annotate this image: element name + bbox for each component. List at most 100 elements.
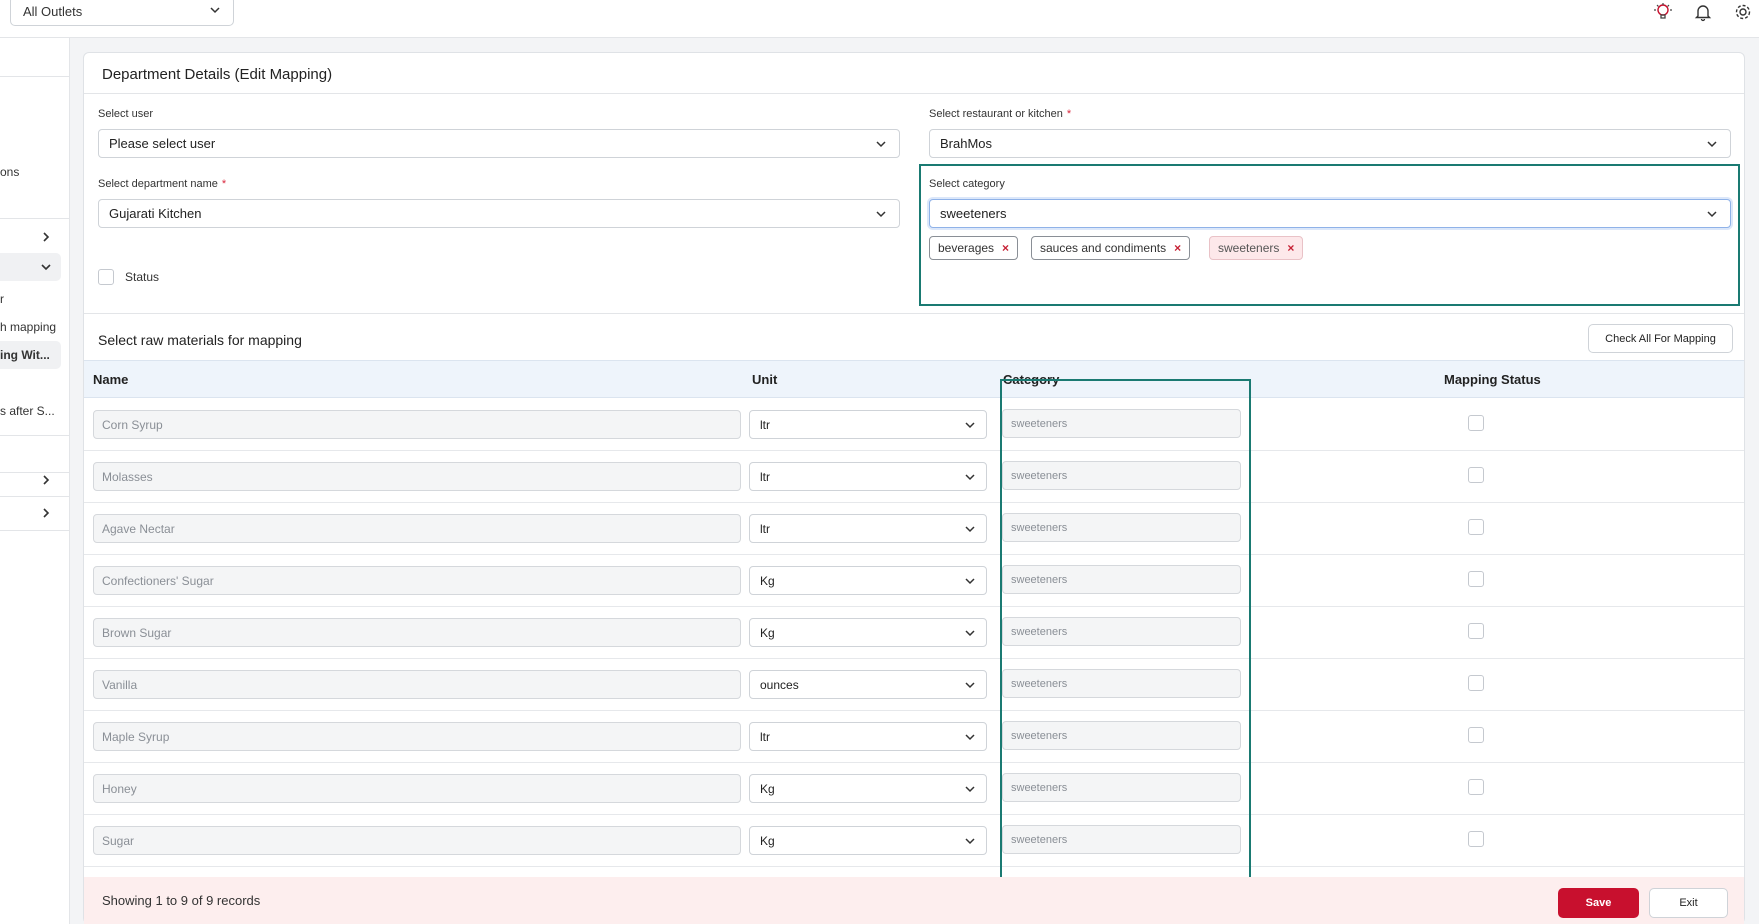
select-restaurant-value: BrahMos xyxy=(940,136,993,151)
remove-tag-icon[interactable]: × xyxy=(1002,241,1009,255)
table-row: Sugar Kg sweeteners xyxy=(84,815,1744,867)
chevron-down-icon xyxy=(965,630,975,637)
unit-value: Kg xyxy=(760,781,775,796)
raw-material-name-field[interactable]: Confectioners' Sugar xyxy=(93,566,741,595)
chevron-right-icon[interactable] xyxy=(40,507,52,519)
chevron-down-icon xyxy=(210,7,220,14)
table-footer: Showing 1 to 9 of 9 records Save Exit xyxy=(84,877,1744,924)
sidebar-divider xyxy=(0,435,69,436)
sidebar-divider xyxy=(0,530,69,531)
unit-dropdown[interactable]: ltr xyxy=(749,722,987,751)
category-tags: beverages × sauces and condiments × swee… xyxy=(929,236,1709,260)
select-user-value: Please select user xyxy=(109,136,216,151)
table-row: Brown Sugar Kg sweeteners xyxy=(84,607,1744,659)
select-restaurant-dropdown[interactable]: BrahMos xyxy=(929,129,1731,158)
sidebar-divider xyxy=(0,472,69,473)
chevron-down-icon xyxy=(965,682,975,689)
outlet-select-value: All Outlets xyxy=(23,3,83,19)
unit-dropdown[interactable]: Kg xyxy=(749,826,987,855)
chevron-down-icon xyxy=(1707,211,1717,218)
exit-button[interactable]: Exit xyxy=(1649,888,1728,918)
mapping-status-checkbox[interactable] xyxy=(1468,675,1484,691)
bell-icon[interactable] xyxy=(1693,2,1713,22)
chevron-down-icon xyxy=(965,422,975,429)
remove-tag-icon[interactable]: × xyxy=(1174,241,1181,255)
mapping-status-checkbox[interactable] xyxy=(1468,831,1484,847)
raw-material-name: Molasses xyxy=(102,469,153,484)
check-all-button[interactable]: Check All For Mapping xyxy=(1588,324,1733,353)
unit-value: Kg xyxy=(760,573,775,588)
raw-material-name-field[interactable]: Corn Syrup xyxy=(93,410,741,439)
select-user-dropdown[interactable]: Please select user xyxy=(98,129,900,158)
header-divider xyxy=(84,93,1744,94)
save-button[interactable]: Save xyxy=(1558,888,1639,918)
outlet-select[interactable]: All Outlets xyxy=(10,0,234,26)
select-category-dropdown[interactable]: sweeteners xyxy=(929,199,1731,228)
lightbulb-icon[interactable] xyxy=(1653,2,1673,22)
mapping-status-checkbox[interactable] xyxy=(1468,623,1484,639)
page-title: Department Details (Edit Mapping) xyxy=(102,66,333,83)
mapping-status-checkbox[interactable] xyxy=(1468,779,1484,795)
table-header: Name Unit Category Mapping Status xyxy=(84,360,1744,398)
chevron-down-icon[interactable] xyxy=(40,261,52,273)
table-row: Agave Nectar ltr sweeteners xyxy=(84,503,1744,555)
table-row: Maple Syrup ltr sweeteners xyxy=(84,711,1744,763)
remove-tag-icon[interactable]: × xyxy=(1287,241,1294,255)
chevron-down-icon xyxy=(965,578,975,585)
raw-material-name-field[interactable]: Agave Nectar xyxy=(93,514,741,543)
chevron-down-icon xyxy=(965,474,975,481)
sidebar-subitem[interactable]: r xyxy=(0,292,4,306)
department-details-card: Department Details (Edit Mapping) Select… xyxy=(83,52,1745,924)
chevron-down-icon xyxy=(965,734,975,741)
unit-dropdown[interactable]: ounces xyxy=(749,670,987,699)
category-tag: beverages × xyxy=(929,236,1019,260)
select-category-value: sweeteners xyxy=(940,206,1007,221)
chevron-right-icon[interactable] xyxy=(40,231,52,243)
raw-material-name: Agave Nectar xyxy=(102,521,175,536)
select-category-label: Select category xyxy=(929,178,1005,190)
select-user-label: Select user xyxy=(98,108,154,120)
table-row: Confectioners' Sugar Kg sweeteners xyxy=(84,555,1744,607)
unit-dropdown[interactable]: ltr xyxy=(749,410,987,439)
unit-dropdown[interactable]: Kg xyxy=(749,566,987,595)
mapping-status-checkbox[interactable] xyxy=(1468,571,1484,587)
sidebar-item-fragment[interactable]: ons xyxy=(0,165,19,179)
raw-material-name-field[interactable]: Brown Sugar xyxy=(93,618,741,647)
sidebar-subitem-active[interactable]: ing Wit... xyxy=(0,348,50,362)
unit-dropdown[interactable]: Kg xyxy=(749,774,987,803)
raw-material-name-field[interactable]: Vanilla xyxy=(93,670,741,699)
raw-material-name-field[interactable]: Honey xyxy=(93,774,741,803)
raw-material-name: Sugar xyxy=(102,833,135,848)
sidebar: ons r h mapping ing Wit... s after S... xyxy=(0,38,70,924)
raw-material-name-field[interactable]: Maple Syrup xyxy=(93,722,741,751)
chevron-right-icon[interactable] xyxy=(40,474,52,486)
gear-icon[interactable] xyxy=(1733,2,1753,22)
raw-material-name-field[interactable]: Sugar xyxy=(93,826,741,855)
unit-dropdown[interactable]: ltr xyxy=(749,514,987,543)
category-highlight-box xyxy=(919,164,1740,306)
mapping-status-checkbox[interactable] xyxy=(1468,727,1484,743)
raw-material-name-field[interactable]: Molasses xyxy=(93,462,741,491)
raw-material-name: Corn Syrup xyxy=(102,417,163,432)
raw-material-name: Brown Sugar xyxy=(102,625,172,640)
top-bar: All Outlets xyxy=(0,0,1759,38)
table-row: Molasses ltr sweeteners xyxy=(84,451,1744,503)
sidebar-subitem[interactable]: s after S... xyxy=(0,404,55,418)
mapping-status-checkbox[interactable] xyxy=(1468,519,1484,535)
mapping-status-checkbox[interactable] xyxy=(1468,467,1484,483)
sidebar-divider xyxy=(0,76,69,77)
raw-materials-title: Select raw materials for mapping xyxy=(98,332,302,348)
unit-value: ltr xyxy=(760,729,770,744)
sidebar-subitem[interactable]: h mapping xyxy=(0,320,56,334)
select-department-dropdown[interactable]: Gujarati Kitchen xyxy=(98,199,900,228)
table-row: Honey Kg sweeteners xyxy=(84,763,1744,815)
category-column-highlight xyxy=(1000,379,1251,901)
unit-dropdown[interactable]: Kg xyxy=(749,618,987,647)
mapping-status-checkbox[interactable] xyxy=(1468,415,1484,431)
unit-dropdown[interactable]: ltr xyxy=(749,462,987,491)
raw-material-name: Maple Syrup xyxy=(102,729,170,744)
unit-value: ltr xyxy=(760,469,770,484)
status-checkbox[interactable] xyxy=(98,269,114,285)
chevron-down-icon xyxy=(876,211,886,218)
category-tag-label: sauces and condiments xyxy=(1040,241,1167,255)
